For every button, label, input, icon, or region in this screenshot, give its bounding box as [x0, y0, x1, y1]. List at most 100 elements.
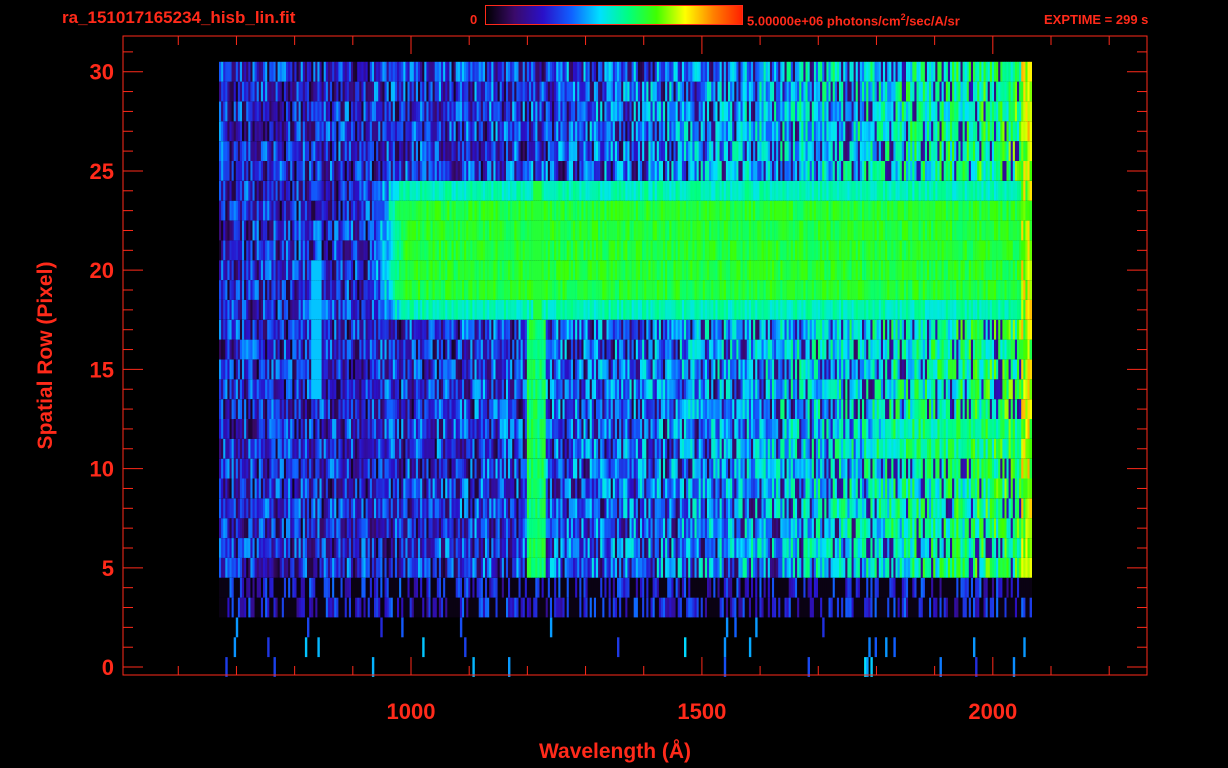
- heatmap-cell: [254, 458, 257, 479]
- heatmap-cell: [795, 458, 798, 479]
- heatmap-cell: [495, 438, 498, 459]
- heatmap-cell: [617, 597, 620, 618]
- heatmap-cell: [290, 379, 293, 400]
- heatmap-cell: [677, 438, 681, 459]
- heatmap-cell: [359, 379, 362, 400]
- heatmap-cell: [987, 557, 991, 578]
- heatmap-cell: [562, 498, 565, 519]
- heatmap-cell: [610, 498, 614, 519]
- heatmap-cell: [304, 419, 308, 439]
- heatmap-cell: [514, 478, 517, 499]
- heatmap-cell: [788, 478, 792, 499]
- heatmap-cell: [807, 399, 810, 419]
- heatmap-cell: [660, 419, 664, 439]
- heatmap-cell: [637, 597, 641, 618]
- heatmap-cell: [244, 538, 247, 558]
- heatmap-cell: [554, 557, 557, 578]
- heatmap-cell: [839, 478, 842, 499]
- heatmap-cell: [342, 597, 345, 618]
- heatmap-cell: [327, 577, 331, 598]
- heatmap-cell: [815, 557, 819, 578]
- heatmap-cell: [897, 438, 900, 459]
- heatmap-cell: [688, 399, 691, 419]
- heatmap-cell: [617, 577, 620, 598]
- heatmap-cell: [298, 557, 301, 578]
- heatmap-cell: [937, 518, 940, 538]
- heatmap-cell: [797, 438, 800, 459]
- heatmap-cell: [767, 438, 771, 459]
- heatmap-cell: [700, 597, 704, 618]
- heatmap-cell: [1023, 419, 1026, 439]
- heatmap-cell: [883, 379, 886, 400]
- heatmap-cell: [843, 577, 846, 598]
- heatmap-cell: [560, 399, 563, 419]
- heatmap-cell: [235, 419, 239, 439]
- heatmap-cell: [629, 597, 632, 618]
- heatmap-cell: [374, 438, 377, 459]
- heatmap-cell: [321, 478, 324, 499]
- heatmap-cell: [740, 458, 743, 479]
- heatmap-cell: [635, 458, 639, 479]
- heatmap-cell: [319, 379, 322, 400]
- heatmap-cell: [778, 438, 781, 459]
- heatmap-cell: [878, 498, 882, 519]
- heatmap-cell: [792, 577, 796, 598]
- heatmap-cell: [740, 438, 743, 459]
- heatmap-cell: [872, 438, 875, 459]
- heatmap-cell: [614, 458, 618, 479]
- heatmap-cell: [382, 577, 385, 598]
- heatmap-cell: [853, 538, 856, 558]
- heatmap-cell: [958, 438, 961, 459]
- heatmap-cell: [430, 379, 433, 400]
- heatmap-cell: [501, 577, 505, 598]
- heatmap-cell: [717, 419, 720, 439]
- heatmap-cell: [617, 637, 620, 658]
- heatmap-cell: [371, 498, 375, 519]
- heatmap-cell: [792, 498, 796, 519]
- heatmap-cell: [675, 359, 678, 380]
- heatmap-cell: [619, 419, 622, 439]
- heatmap-cell: [309, 478, 312, 499]
- heatmap-cell: [931, 498, 934, 519]
- heatmap-cell: [874, 538, 877, 558]
- heatmap-cell: [489, 359, 492, 380]
- heatmap-cell: [667, 419, 670, 439]
- heatmap-cell: [646, 518, 649, 538]
- heatmap-cell: [336, 577, 339, 598]
- heatmap-cell: [931, 419, 934, 439]
- heatmap-cell: [545, 438, 549, 459]
- heatmap-cell: [426, 359, 429, 380]
- heatmap-cell: [985, 597, 988, 618]
- heatmap-cell: [355, 478, 358, 499]
- heatmap-cell: [600, 419, 603, 439]
- heatmap-cell: [600, 498, 603, 519]
- heatmap-cell: [652, 597, 655, 618]
- heatmap-cell: [924, 478, 928, 499]
- heatmap-cell: [688, 518, 691, 538]
- heatmap-cell: [382, 518, 385, 538]
- heatmap-cell: [732, 399, 735, 419]
- heatmap-cell: [587, 498, 590, 519]
- heatmap-cell: [673, 597, 676, 618]
- heatmap-cell: [403, 359, 406, 380]
- heatmap-cell: [839, 458, 842, 479]
- heatmap-cell: [759, 399, 762, 419]
- heatmap-cell: [964, 577, 968, 598]
- heatmap-cell: [570, 577, 574, 598]
- heatmap-cell: [922, 399, 926, 419]
- heatmap-cell: [732, 597, 735, 618]
- heatmap-cell: [933, 577, 936, 598]
- heatmap-cell: [939, 379, 942, 400]
- heatmap-cell: [537, 518, 540, 538]
- heatmap-cell: [357, 538, 360, 558]
- heatmap-cell: [677, 379, 681, 400]
- heatmap-cell: [570, 557, 574, 578]
- heatmap-cell: [931, 478, 934, 499]
- heatmap-cell: [772, 538, 775, 558]
- heatmap-cell: [610, 419, 614, 439]
- heatmap-cell: [501, 458, 505, 479]
- heatmap-cell: [1023, 577, 1026, 598]
- heatmap-cell: [979, 577, 982, 598]
- heatmap-cell: [384, 577, 387, 598]
- heatmap-cell: [495, 458, 498, 479]
